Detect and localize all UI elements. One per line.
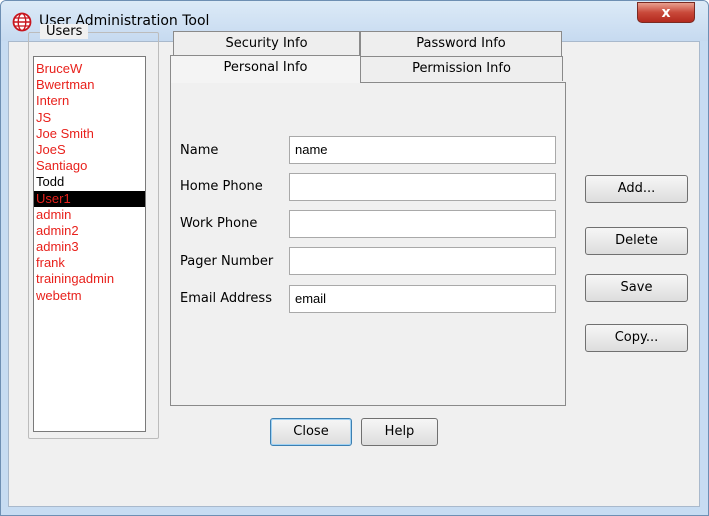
email-address-field[interactable]: email [289,285,556,313]
name-field[interactable]: name [289,136,556,164]
user-list-item[interactable]: Intern [34,93,145,109]
user-list-item[interactable]: Todd [34,174,145,190]
user-list-item[interactable]: webetm [34,288,145,304]
user-list-item[interactable]: JS [34,110,145,126]
user-list-item[interactable]: admin [34,207,145,223]
work-phone-field[interactable] [289,210,556,238]
pager-number-field[interactable] [289,247,556,275]
user-list-item[interactable]: admin3 [34,239,145,255]
pager-number-label: Pager Number [180,254,274,269]
tab-security-info[interactable]: Security Info [173,31,360,56]
email-address-label: Email Address [180,291,272,306]
tab-personal-info[interactable]: Personal Info [170,55,361,83]
user-list-item[interactable]: frank [34,255,145,271]
tab-permission-info[interactable]: Permission Info [360,56,563,81]
tab-password-info[interactable]: Password Info [360,31,562,56]
window-close-button[interactable]: x [637,2,695,23]
user-list-item[interactable]: Joe Smith [34,126,145,142]
work-phone-label: Work Phone [180,216,258,231]
close-icon: x [661,4,671,21]
help-button[interactable]: Help [361,418,438,446]
user-list-item[interactable]: User1 [34,190,145,207]
home-phone-field[interactable] [289,173,556,201]
personal-info-panel [170,82,566,406]
user-list-item[interactable]: Bwertman [34,77,145,93]
home-phone-label: Home Phone [180,179,263,194]
user-list-item[interactable]: JoeS [34,142,145,158]
name-label: Name [180,143,219,158]
users-group-label: Users [40,24,89,39]
user-list-item[interactable]: Santiago [34,158,145,174]
delete-button[interactable]: Delete [585,227,688,255]
save-button[interactable]: Save [585,274,688,302]
user-list-item[interactable]: trainingadmin [34,271,145,287]
copy-button[interactable]: Copy... [585,324,688,352]
users-list[interactable]: BruceW Bwertman Intern JS Joe Smith JoeS Santi… [33,56,146,432]
close-button[interactable]: Close [270,418,352,446]
add-button[interactable]: Add... [585,175,688,203]
user-list-item[interactable]: admin2 [34,223,145,239]
user-list-item[interactable]: BruceW [34,61,145,77]
app-globe-icon [12,12,32,32]
